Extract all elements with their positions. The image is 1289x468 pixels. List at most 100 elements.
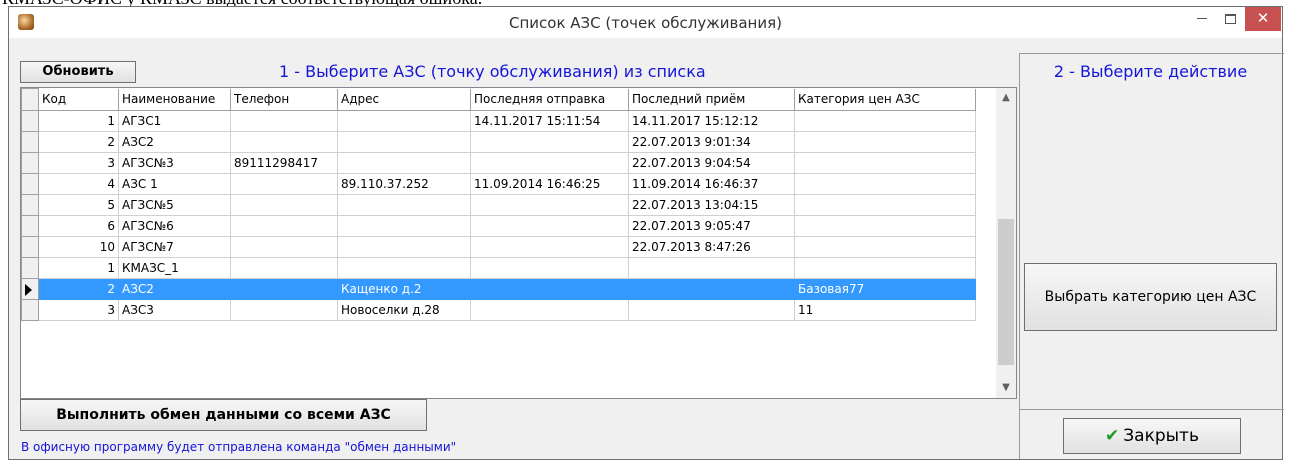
- cell-phone: [230, 299, 338, 321]
- cell-code: 5: [38, 194, 119, 216]
- cell-last-sent: [470, 299, 629, 321]
- cell-price-category: Базовая77: [794, 278, 976, 300]
- table-row[interactable]: 1 АГЗС1 14.11.2017 15:11:54 14.11.2017 1…: [21, 110, 976, 132]
- cell-price-category: [794, 215, 976, 237]
- scroll-up-icon[interactable]: ▲: [996, 88, 1016, 108]
- close-button-label: Закрыть: [1123, 426, 1199, 446]
- cell-last-sent: 11.09.2014 16:46:25: [470, 173, 629, 195]
- cell-price-category: [794, 194, 976, 216]
- cell-price-category: [794, 173, 976, 195]
- cell-code: 4: [38, 173, 119, 195]
- cell-phone: [230, 173, 338, 195]
- close-window-button[interactable]: ✕: [1245, 7, 1281, 31]
- row-indicator[interactable]: [21, 152, 39, 174]
- cell-phone: [230, 278, 338, 300]
- column-header-name[interactable]: Наименование: [118, 88, 231, 111]
- row-indicator[interactable]: [21, 173, 39, 195]
- table-row[interactable]: 10 АГЗС№7 22.07.2013 8:47:26: [21, 236, 976, 258]
- cell-name: АГЗС№7: [118, 236, 231, 258]
- station-list-window: Список АЗС (точек обслуживания) ✕ Обнови…: [8, 6, 1284, 460]
- cell-phone: [230, 236, 338, 258]
- close-button[interactable]: ✔ Закрыть: [1063, 418, 1241, 454]
- exchange-all-button[interactable]: Выполнить обмен данными со всеми АЗС: [20, 399, 427, 431]
- table-row[interactable]: 2 АЗС2 22.07.2013 9:01:34: [21, 131, 976, 153]
- cell-last-sent: [470, 257, 629, 279]
- refresh-button[interactable]: Обновить: [20, 61, 136, 83]
- table-row[interactable]: 3 АЗС3 Новоселки д.28 11: [21, 299, 976, 321]
- cell-phone: [230, 257, 338, 279]
- cell-code: 3: [38, 299, 119, 321]
- cell-name: АЗС2: [118, 278, 231, 300]
- minimize-icon: [1197, 18, 1207, 19]
- cell-last-received: 22.07.2013 13:04:15: [628, 194, 795, 216]
- table-row[interactable]: 5 АГЗС№5 22.07.2013 13:04:15: [21, 194, 976, 216]
- cell-address: [337, 131, 471, 153]
- row-indicator[interactable]: [21, 131, 39, 153]
- cell-address: [337, 110, 471, 132]
- cell-code: 10: [38, 236, 119, 258]
- cell-address: [337, 152, 471, 174]
- table-row[interactable]: 6 АГЗС№6 22.07.2013 9:05:47: [21, 215, 976, 237]
- table-row[interactable]: 3 АГЗС№3 89111298417 22.07.2013 9:04:54: [21, 152, 976, 174]
- maximize-icon: [1224, 14, 1236, 24]
- row-indicator[interactable]: [21, 215, 39, 237]
- cell-phone: [230, 194, 338, 216]
- column-header-price-category[interactable]: Категория цен АЗС: [794, 88, 976, 111]
- info-text: В офисную программу будет отправлена ком…: [21, 440, 457, 454]
- cell-phone: 89111298417: [230, 152, 338, 174]
- cell-code: 2: [38, 278, 119, 300]
- cell-last-received: 22.07.2013 9:05:47: [628, 215, 795, 237]
- cell-name: АЗС2: [118, 131, 231, 153]
- row-indicator[interactable]: [21, 110, 39, 132]
- cell-last-received: [628, 257, 795, 279]
- cell-address: [337, 194, 471, 216]
- cell-code: 3: [38, 152, 119, 174]
- cell-code: 2: [38, 131, 119, 153]
- vertical-scrollbar[interactable]: ▲ ▼: [996, 88, 1016, 398]
- step2-label: 2 - Выберите действие: [1053, 62, 1248, 81]
- row-indicator[interactable]: [21, 299, 39, 321]
- cell-address: 89.110.37.252: [337, 173, 471, 195]
- cell-last-sent: [470, 215, 629, 237]
- column-header-phone[interactable]: Телефон: [230, 88, 338, 111]
- column-header-last-sent[interactable]: Последняя отправка: [470, 88, 629, 111]
- cell-last-received: 22.07.2013 9:01:34: [628, 131, 795, 153]
- row-indicator[interactable]: [21, 194, 39, 216]
- cell-name: КМАЗС_1: [118, 257, 231, 279]
- cell-address: [337, 215, 471, 237]
- column-header-address[interactable]: Адрес: [337, 88, 471, 111]
- row-indicator[interactable]: [21, 236, 39, 258]
- cell-last-received: [628, 299, 795, 321]
- minimize-button[interactable]: [1189, 7, 1215, 31]
- row-indicator[interactable]: [21, 278, 39, 300]
- cell-name: АЗС3: [118, 299, 231, 321]
- cell-last-sent: [470, 131, 629, 153]
- cell-last-sent: 14.11.2017 15:11:54: [470, 110, 629, 132]
- cell-code: 1: [38, 110, 119, 132]
- row-indicator[interactable]: [21, 257, 39, 279]
- stations-table[interactable]: Код Наименование Телефон Адрес Последняя…: [20, 87, 1017, 399]
- table-row-selected[interactable]: 2 АЗС2 Кащенко д.2 Базовая77: [21, 278, 976, 300]
- column-header-code[interactable]: Код: [38, 88, 119, 111]
- title-bar: Список АЗС (точек обслуживания) ✕: [9, 7, 1282, 38]
- cell-last-sent: [470, 236, 629, 258]
- table-row[interactable]: 4 АЗС 1 89.110.37.252 11.09.2014 16:46:2…: [21, 173, 976, 195]
- cell-phone: [230, 131, 338, 153]
- step1-label: 1 - Выберите АЗС (точку обслуживания) из…: [279, 62, 706, 81]
- scrollbar-thumb[interactable]: [998, 219, 1014, 365]
- table-row[interactable]: 1 КМАЗС_1: [21, 257, 976, 279]
- cell-last-received: 22.07.2013 8:47:26: [628, 236, 795, 258]
- column-header-last-received[interactable]: Последний приём: [628, 88, 795, 111]
- table-header: Код Наименование Телефон Адрес Последняя…: [21, 88, 976, 111]
- cell-address: Кащенко д.2: [337, 278, 471, 300]
- scroll-down-icon[interactable]: ▼: [996, 378, 1016, 398]
- select-price-category-button[interactable]: Выбрать категорию цен АЗС: [1024, 263, 1277, 331]
- cell-address: Новоселки д.28: [337, 299, 471, 321]
- cell-last-received: 22.07.2013 9:04:54: [628, 152, 795, 174]
- maximize-button[interactable]: [1217, 7, 1243, 31]
- row-indicator-header: [21, 88, 39, 111]
- cell-last-received: [628, 278, 795, 300]
- cell-last-received: 14.11.2017 15:12:12: [628, 110, 795, 132]
- cell-phone: [230, 215, 338, 237]
- cell-last-sent: [470, 278, 629, 300]
